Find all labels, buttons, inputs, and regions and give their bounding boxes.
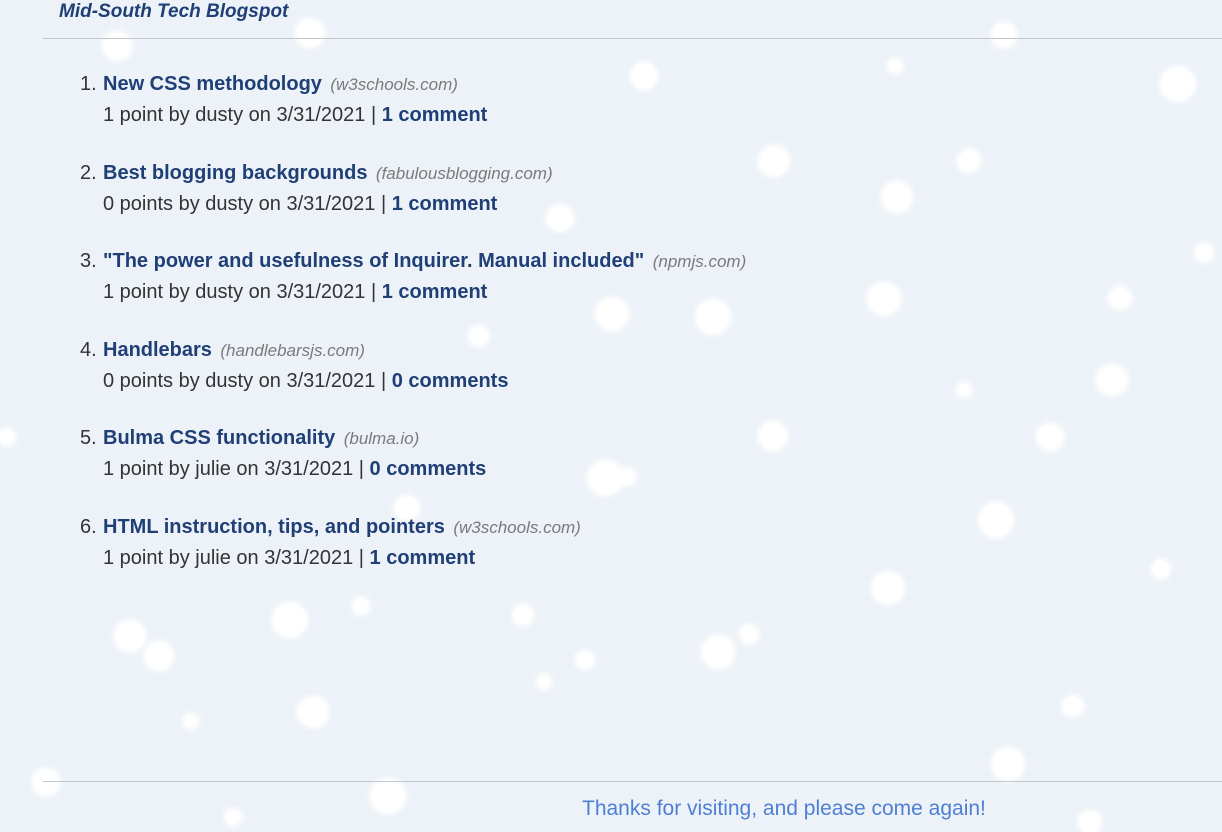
post-title-line: "The power and usefulness of Inquirer. M… <box>103 250 746 273</box>
snowflake <box>372 780 404 812</box>
post-meta-text: 1 point by dusty on 3/31/2021 | <box>103 281 377 303</box>
post-item: 3. "The power and usefulness of Inquirer… <box>0 247 1222 336</box>
post-number: 2. <box>80 161 97 184</box>
post-title-link[interactable]: Handlebars <box>103 339 212 361</box>
post-item: 2. Best blogging backgrounds (fabulousbl… <box>0 159 1222 248</box>
snowflake <box>577 652 593 668</box>
post-number: 5. <box>80 427 97 449</box>
post-item: 6. HTML instruction, tips, and pointers … <box>0 513 1222 602</box>
post-number: 4. <box>80 338 97 361</box>
snowflake <box>297 20 323 46</box>
snowflake <box>226 810 240 824</box>
snowflake <box>354 599 368 613</box>
post-domain: (w3schools.com) <box>330 75 458 94</box>
post-domain: (bulma.io) <box>343 429 420 448</box>
post-domain: (fabulousblogging.com) <box>375 163 553 183</box>
post-meta-text: 1 point by julie on 3/31/2021 | <box>103 546 364 569</box>
post-meta-text: 0 points by dusty on 3/31/2021 | <box>103 369 387 392</box>
post-domain: (handlebarsjs.com) <box>220 340 365 360</box>
post-meta-text: 1 point by julie on 3/31/2021 | <box>103 458 364 480</box>
snowflake <box>146 643 172 669</box>
comments-link[interactable]: 0 comments <box>392 370 509 392</box>
snowflake <box>993 24 1015 46</box>
post-title-link[interactable]: New CSS methodology <box>103 73 322 95</box>
post-title-line: New CSS methodology (w3schools.com) <box>103 73 458 96</box>
comments-link[interactable]: 1 comment <box>370 547 476 569</box>
post-meta: 0 points by dusty on 3/31/2021 | 1 comme… <box>103 193 497 216</box>
post-item: 4. Handlebars (handlebarsjs.com) 0 point… <box>0 336 1222 425</box>
post-meta-text: 0 points by dusty on 3/31/2021 | <box>103 192 387 215</box>
post-title-link[interactable]: Bulma CSS functionality <box>103 427 335 449</box>
snowflake <box>185 715 197 727</box>
snowflake <box>1064 697 1082 715</box>
snowflake <box>274 604 306 636</box>
post-meta: 1 point by dusty on 3/31/2021 | 1 commen… <box>103 281 487 304</box>
post-list: 1. New CSS methodology (w3schools.com) 1… <box>0 70 1222 601</box>
post-domain: (npmjs.com) <box>652 252 747 271</box>
site-title[interactable]: Mid-South Tech Blogspot <box>59 1 288 23</box>
post-title-link[interactable]: Best blogging backgrounds <box>103 162 367 184</box>
footer-message: Thanks for visiting, and please come aga… <box>582 797 986 820</box>
snowflake <box>104 33 130 59</box>
post-number: 3. <box>80 250 97 272</box>
post-title-link[interactable]: HTML instruction, tips, and pointers <box>103 516 445 538</box>
post-title-link[interactable]: "The power and usefulness of Inquirer. M… <box>103 250 644 272</box>
post-meta: 1 point by julie on 3/31/2021 | 1 commen… <box>103 547 475 570</box>
post-title-line: Bulma CSS functionality (bulma.io) <box>103 427 419 450</box>
comments-link[interactable]: 1 comment <box>382 104 488 126</box>
post-title-line: HTML instruction, tips, and pointers (w3… <box>103 516 581 539</box>
comments-link[interactable]: 1 comment <box>392 193 498 215</box>
post-title-line: Best blogging backgrounds (fabulousblogg… <box>103 162 553 185</box>
snowflake <box>1080 812 1100 832</box>
post-title-line: Handlebars (handlebarsjs.com) <box>103 339 365 362</box>
post-meta: 1 point by dusty on 3/31/2021 | 1 commen… <box>103 104 487 127</box>
snowflake <box>741 626 757 642</box>
post-meta: 1 point by julie on 3/31/2021 | 0 commen… <box>103 458 486 481</box>
comments-link[interactable]: 0 comments <box>370 458 487 480</box>
snowflake <box>34 770 58 794</box>
snowflake <box>116 622 144 650</box>
snowflake <box>514 606 532 624</box>
comments-link[interactable]: 1 comment <box>382 281 488 303</box>
header-divider <box>43 38 1222 39</box>
post-number: 6. <box>80 515 97 538</box>
post-item: 5. Bulma CSS functionality (bulma.io) 1 … <box>0 424 1222 513</box>
snowflake <box>993 749 1023 779</box>
post-item: 1. New CSS methodology (w3schools.com) 1… <box>0 70 1222 159</box>
snowflake <box>299 698 327 726</box>
footer-divider <box>43 781 1222 782</box>
post-meta: 0 points by dusty on 3/31/2021 | 0 comme… <box>103 370 508 393</box>
post-meta-text: 1 point by dusty on 3/31/2021 | <box>103 104 377 126</box>
post-number: 1. <box>80 73 97 95</box>
snowflake <box>703 637 733 667</box>
post-domain: (w3schools.com) <box>453 517 581 537</box>
snowflake <box>538 676 550 688</box>
